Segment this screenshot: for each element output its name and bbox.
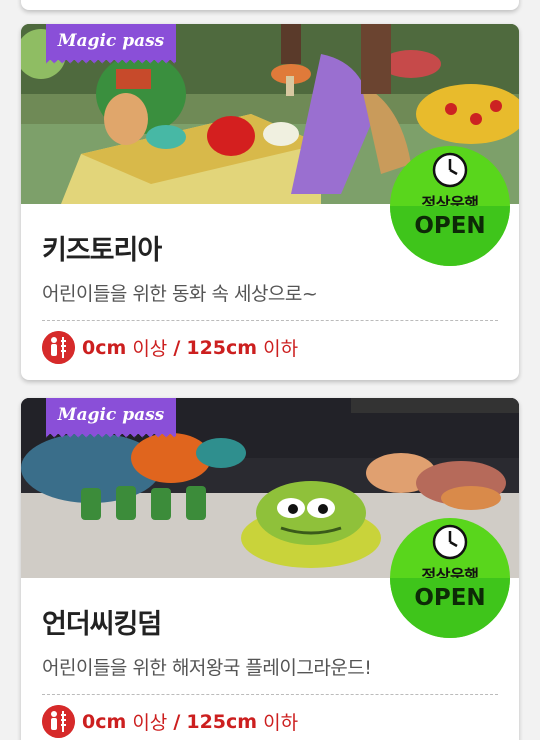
divider — [42, 694, 498, 695]
clock-icon — [432, 152, 468, 188]
magic-pass-badge: Magic pass — [46, 398, 176, 440]
attraction-description: 어린이들을 위한 해저왕국 플레이그라운드! — [42, 657, 372, 679]
height-separator: / — [173, 710, 181, 733]
attraction-card[interactable]: Magic pass 정상운행 OPEN 키즈토리아 어린이들을 위한 동화 속… — [21, 24, 519, 380]
attraction-card-partial[interactable] — [21, 0, 519, 10]
attraction-list: Magic pass 정상운행 OPEN 키즈토리아 어린이들을 위한 동화 속… — [0, 0, 540, 740]
height-separator: / — [173, 336, 181, 359]
attraction-description: 어린이들을 위한 동화 속 세상으로~ — [42, 283, 318, 305]
height-min-suffix: 이상 — [132, 338, 168, 360]
attraction-card[interactable]: Magic pass 정상운행 OPEN 언더씨킹덤 어린이들을 위한 해저왕국… — [21, 398, 519, 740]
magic-pass-badge: Magic pass — [46, 24, 176, 66]
height-restriction: 0cm 이상 / 125cm 이하 — [42, 331, 498, 364]
height-min: 0cm — [82, 336, 127, 359]
clock-icon — [432, 524, 468, 560]
height-max-suffix: 이하 — [263, 338, 299, 360]
open-status-badge: 정상운행 OPEN — [390, 146, 510, 266]
height-min-suffix: 이상 — [132, 712, 168, 734]
height-min: 0cm — [82, 710, 127, 733]
divider — [42, 320, 498, 321]
height-max: 125cm — [186, 710, 258, 733]
height-max: 125cm — [186, 336, 258, 359]
height-max-suffix: 이하 — [263, 712, 299, 734]
child-height-icon — [42, 331, 75, 364]
child-height-icon — [42, 705, 75, 738]
open-status-badge: 정상운행 OPEN — [390, 518, 510, 638]
height-restriction: 0cm 이상 / 125cm 이하 — [42, 705, 498, 738]
